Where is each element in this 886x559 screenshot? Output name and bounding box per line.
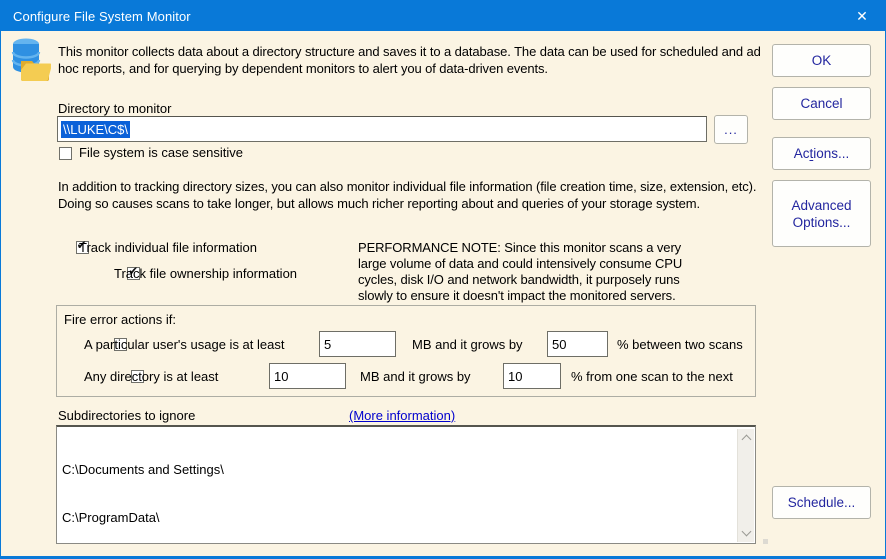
any-directory-mb-input[interactable] [269,363,346,389]
directory-input-selected-text: \\LUKE\C$\ [61,121,130,138]
title-bar: Configure File System Monitor ✕ [1,1,885,31]
browse-button[interactable]: ... [714,115,748,144]
close-icon[interactable]: ✕ [839,1,885,31]
vertical-scrollbar[interactable] [737,429,754,542]
user-usage-label: A particular user's usage is at least [84,337,284,352]
scroll-up-button[interactable] [738,429,755,446]
subdirectories-textarea[interactable]: C:\Documents and Settings\ C:\ProgramDat… [56,425,756,544]
user-usage-suffix-label: % between two scans [617,337,743,352]
any-directory-label: Any directory is at least [84,369,218,384]
performance-note: PERFORMANCE NOTE: Since this monitor sca… [358,240,710,304]
ok-button[interactable]: OK [772,44,871,77]
scroll-down-button[interactable] [738,525,755,542]
schedule-button[interactable]: Schedule... [772,486,871,519]
any-directory-mid-label: MB and it grows by [360,369,471,384]
user-usage-mid-label: MB and it grows by [412,337,523,352]
user-usage-percent-input[interactable] [547,331,608,357]
actions-button[interactable]: Actions... [772,137,871,170]
fire-error-actions-label: Fire error actions if: [64,312,176,327]
ignore-line: C:\Documents and Settings\ [62,462,735,478]
database-folder-icon [11,37,51,83]
any-directory-percent-input[interactable] [503,363,561,389]
any-directory-suffix-label: % from one scan to the next [571,369,733,384]
ignore-line: C:\ProgramData\ [62,510,735,526]
case-sensitive-label: File system is case sensitive [79,145,243,160]
intro-text: This monitor collects data about a direc… [58,43,764,77]
directory-label: Directory to monitor [58,101,171,116]
advanced-options-button[interactable]: Advanced Options... [772,180,871,247]
tracking-paragraph: In addition to tracking directory sizes,… [58,178,770,212]
configure-file-system-monitor-dialog: Configure File System Monitor ✕ This mon… [0,0,886,559]
case-sensitive-checkbox[interactable] [59,147,72,160]
resize-grip [763,539,768,544]
more-information-link[interactable]: (More information) [349,408,455,423]
subdirectories-label: Subdirectories to ignore [58,408,195,423]
cancel-button[interactable]: Cancel [772,87,871,120]
user-usage-mb-input[interactable] [319,331,396,357]
window-title: Configure File System Monitor [13,9,191,24]
directory-input[interactable]: \\LUKE\C$\ [57,116,707,142]
track-ownership-label: Track file ownership information [114,266,297,281]
track-files-label: Track individual file information [79,240,257,255]
